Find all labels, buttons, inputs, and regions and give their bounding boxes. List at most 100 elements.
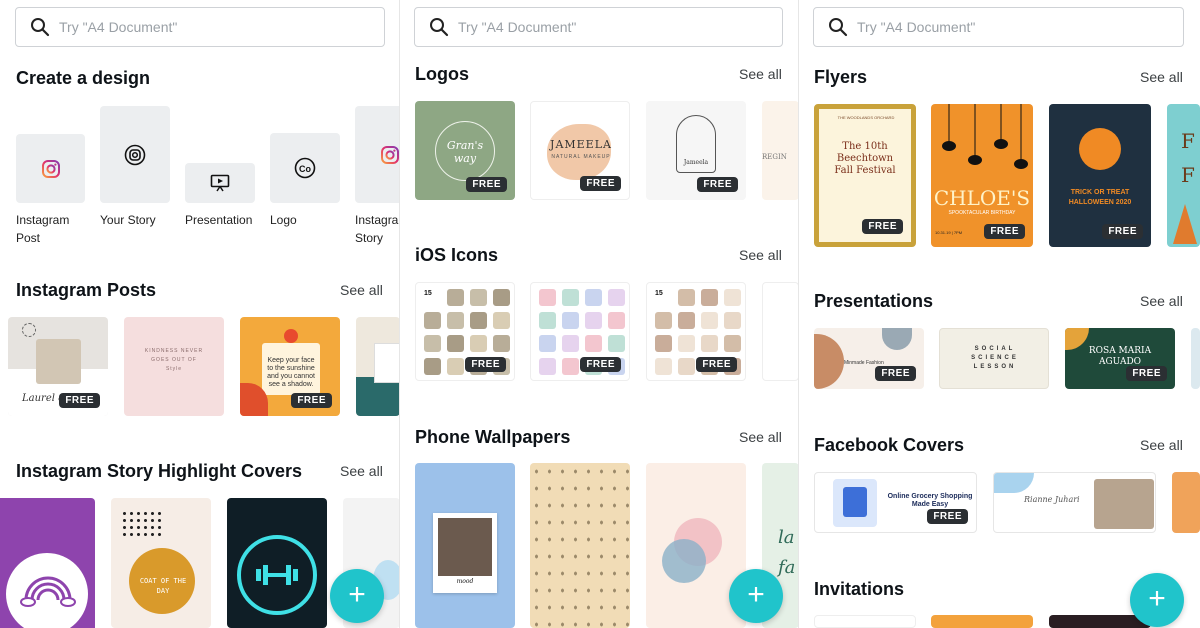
free-badge: FREE [875, 366, 916, 381]
see-all-link[interactable]: See all [340, 463, 383, 479]
app-icon-tile [724, 289, 741, 306]
section-title-instagram-posts: Instagram Posts [16, 280, 157, 300]
design-type-your-story[interactable] [100, 106, 170, 203]
template-thumbnail[interactable] [0, 498, 95, 628]
see-all-link[interactable]: See all [340, 282, 383, 298]
app-icon-tile [608, 312, 625, 329]
template-thumbnail[interactable]: Keep your face to the sunshine and you c… [240, 317, 340, 416]
app-icon-tile [655, 358, 672, 375]
rainbow-icon [20, 576, 76, 607]
template-thumbnail[interactable] [1191, 328, 1200, 389]
app-icon-tile [701, 289, 718, 306]
template-thumbnail[interactable] [762, 282, 799, 381]
design-type-label: Logo [270, 213, 297, 227]
free-badge: FREE [862, 219, 903, 234]
search-icon [31, 18, 50, 37]
template-thumbnail[interactable]: SOCIAL SCIENCE LESSON [939, 328, 1049, 389]
app-icon-tile [678, 289, 695, 306]
app-icon-tile [585, 289, 602, 306]
create-fab-button[interactable]: + [1130, 573, 1184, 627]
app-icon-tile [585, 335, 602, 352]
app-icon-tile [678, 358, 695, 375]
create-fab-button[interactable]: + [729, 569, 783, 623]
free-badge: FREE [984, 224, 1025, 239]
template-thumbnail[interactable]: THE WOODLANDS ORCHARD The 10th Beechtown… [814, 104, 916, 247]
free-badge: FREE [291, 393, 332, 408]
design-type-label: Presentation [185, 213, 253, 227]
template-thumbnail[interactable]: KINDNESS NEVER GOES OUT OF Style [124, 317, 224, 416]
template-thumbnail[interactable] [1172, 472, 1200, 533]
design-type-label: Instagram Post [16, 213, 70, 245]
template-thumbnail[interactable]: Jameela FREE [646, 101, 746, 200]
see-all-link[interactable]: See all [1140, 437, 1183, 453]
template-thumbnail[interactable]: TRICK OR TREAT HALLOWEEN 2020 FREE [1049, 104, 1151, 247]
template-thumbnail[interactable]: Rianne Juhari [993, 472, 1156, 533]
app-icon-tile [493, 312, 510, 329]
template-thumbnail[interactable]: mood [415, 463, 515, 628]
app-icon-tile [608, 289, 625, 306]
app-icon-tile [447, 335, 464, 352]
template-thumbnail[interactable] [356, 317, 400, 416]
template-thumbnail[interactable]: Gran's way FREE [415, 101, 515, 200]
design-type-logo[interactable]: Co [270, 133, 340, 203]
template-thumbnail[interactable]: ROSA MARIA AGUADO FREE [1065, 328, 1175, 389]
template-thumbnail[interactable]: COAT OF THE DAY [111, 498, 211, 628]
template-thumbnail[interactable]: FREE [530, 282, 630, 381]
section-title-ios-icons: iOS Icons [415, 245, 499, 265]
template-thumbnail[interactable]: CHLOE'S SPOOKTACULAR BIRTHDAY 10.31.19 |… [931, 104, 1033, 247]
app-icon-tile [447, 289, 464, 306]
template-thumbnail[interactable]: Laurel & FREE [8, 317, 108, 416]
free-badge: FREE [59, 393, 100, 408]
template-thumbnail[interactable]: 15 FREE [415, 282, 515, 381]
see-all-link[interactable]: See all [739, 429, 782, 445]
panel-left: Try "A4 Document" Create a design Instag… [0, 0, 400, 628]
section-title-presentations: Presentations [814, 291, 934, 311]
free-badge: FREE [697, 177, 738, 192]
app-icon-tile [724, 312, 741, 329]
free-badge: FREE [580, 357, 621, 372]
template-thumbnail[interactable] [530, 463, 630, 628]
app-icon-tile [562, 312, 579, 329]
app-icon-tile [424, 335, 441, 352]
see-all-link[interactable]: See all [1140, 69, 1183, 85]
see-all-link[interactable]: See all [739, 247, 782, 263]
plus-icon: + [1148, 582, 1166, 615]
design-type-instagram-post[interactable] [16, 134, 85, 203]
spider-decoration [942, 104, 1028, 169]
template-thumbnail[interactable] [814, 615, 916, 628]
search-bar[interactable]: Try "A4 Document" [414, 7, 783, 47]
app-icon-tile [470, 335, 487, 352]
see-all-link[interactable]: See all [739, 66, 782, 82]
template-thumbnail[interactable]: REGIN [762, 101, 799, 200]
app-icon-tile [562, 358, 579, 375]
design-type-instagram-story[interactable] [355, 106, 400, 203]
create-fab-button[interactable]: + [330, 569, 384, 623]
template-thumbnail[interactable] [227, 498, 327, 628]
search-placeholder: Try "A4 Document" [458, 19, 577, 35]
template-thumbnail[interactable]: JAMEELA NATURAL MAKEUP FREE [530, 101, 630, 200]
template-thumbnail[interactable] [931, 615, 1033, 628]
template-thumbnail[interactable]: Minmade Fashion FREE [814, 328, 924, 389]
free-badge: FREE [1126, 366, 1167, 381]
free-badge: FREE [696, 357, 737, 372]
free-badge: FREE [1102, 224, 1143, 239]
section-title-highlights: Instagram Story Highlight Covers [16, 461, 303, 481]
design-type-label: Instagram Story [355, 213, 400, 245]
app-icon-tile [539, 358, 556, 375]
app-icon-tile [447, 358, 464, 375]
app-icon-tile [493, 335, 510, 352]
app-icon-tile [493, 289, 510, 306]
design-type-presentation[interactable] [185, 163, 255, 203]
app-icon-tile [424, 358, 441, 375]
see-all-link[interactable]: See all [1140, 293, 1183, 309]
search-bar[interactable]: Try "A4 Document" [813, 7, 1184, 47]
free-badge: FREE [580, 176, 621, 191]
app-icon-tile [539, 335, 556, 352]
template-thumbnail[interactable]: F F [1167, 104, 1200, 247]
app-icon-tile [539, 312, 556, 329]
search-bar[interactable]: Try "A4 Document" [15, 7, 385, 47]
app-icon-tile [447, 312, 464, 329]
template-thumbnail[interactable]: Online Grocery Shopping Made Easy FREE [814, 472, 977, 533]
free-badge: FREE [466, 177, 507, 192]
template-thumbnail[interactable]: 15 FREE [646, 282, 746, 381]
